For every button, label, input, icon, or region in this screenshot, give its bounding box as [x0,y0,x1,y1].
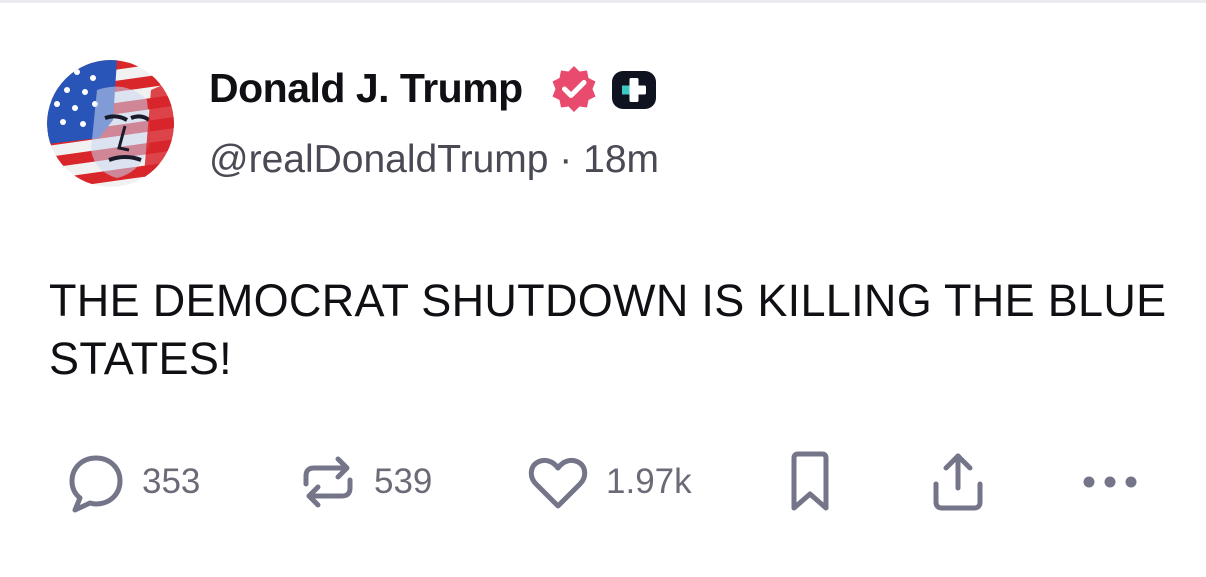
share-button[interactable] [928,447,988,517]
author-handle[interactable]: @realDonaldTrump [209,138,548,181]
display-name[interactable]: Donald J. Trump [209,62,523,114]
more-button[interactable] [1080,447,1140,517]
action-bar: 353 539 1.97k [0,447,1206,527]
flag-portrait-avatar-icon [47,60,174,187]
like-button[interactable]: 1.97k [526,447,692,517]
post-body: THE DEMOCRAT SHUTDOWN IS KILLING THE BLU… [49,275,1167,384]
plus-badge-icon [612,71,656,109]
heart-icon [528,457,588,509]
reply-button[interactable]: 353 [66,447,200,517]
reply-icon [69,455,123,513]
top-divider [0,0,1206,3]
bookmark-icon [791,451,829,511]
bookmark-button[interactable] [784,447,836,517]
separator: · [559,138,584,181]
share-icon [933,453,983,511]
like-count: 1.97k [606,462,692,501]
handle-row: @realDonaldTrump · 18m [209,134,659,186]
post-time[interactable]: 18m [583,138,659,181]
repost-icon [303,456,353,508]
verified-badge-icon [552,66,596,112]
reply-count: 353 [142,462,201,501]
more-icon [1083,476,1137,488]
avatar[interactable] [47,60,174,187]
repost-button[interactable]: 539 [298,447,432,517]
repost-count: 539 [374,462,433,501]
